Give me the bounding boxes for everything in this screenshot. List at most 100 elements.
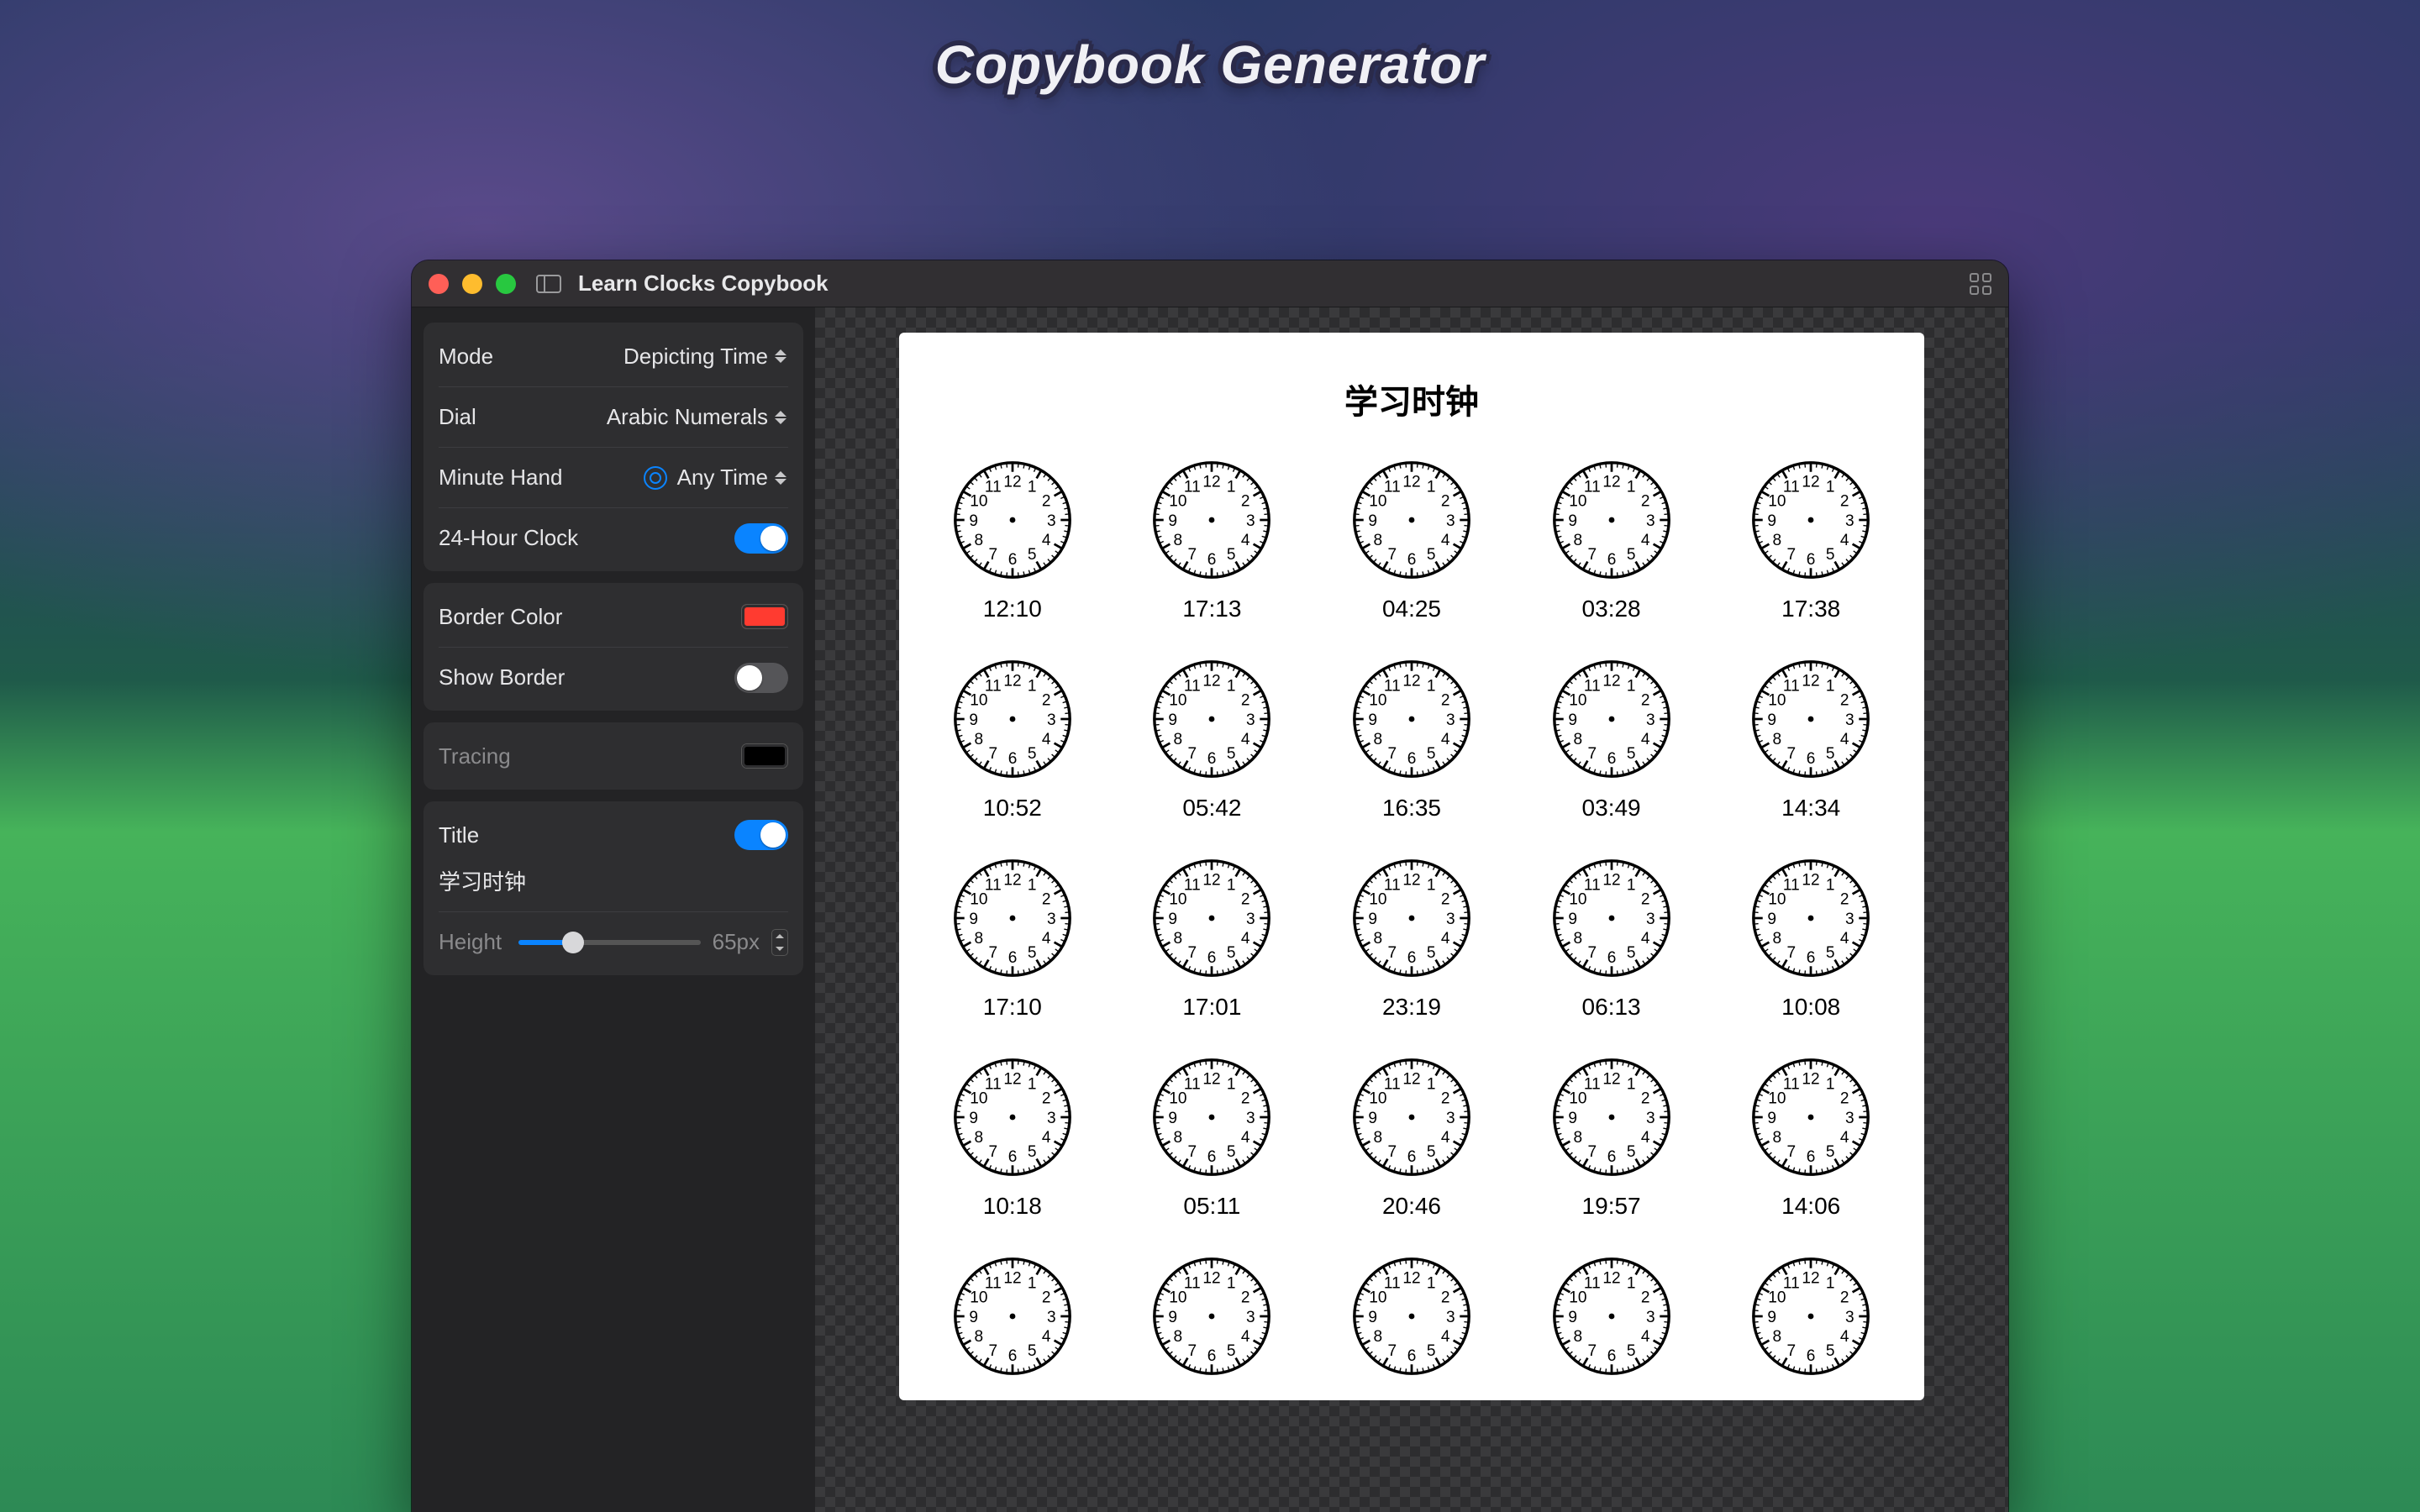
svg-text:12: 12 bbox=[1802, 672, 1820, 690]
svg-text:9: 9 bbox=[1368, 512, 1377, 530]
svg-text:2: 2 bbox=[1241, 692, 1250, 710]
svg-text:1: 1 bbox=[1826, 1275, 1835, 1293]
svg-text:8: 8 bbox=[1773, 731, 1782, 748]
svg-text:5: 5 bbox=[1427, 1143, 1436, 1161]
clock-time-label: 14:34 bbox=[1748, 795, 1874, 822]
svg-text:4: 4 bbox=[1840, 1328, 1849, 1346]
svg-text:4: 4 bbox=[1241, 532, 1250, 549]
sidebar-toggle-icon[interactable] bbox=[536, 275, 561, 293]
clock-time-label: 14:06 bbox=[1748, 1193, 1874, 1220]
24hour-toggle[interactable] bbox=[734, 523, 788, 554]
svg-text:1: 1 bbox=[1028, 877, 1037, 895]
zoom-button[interactable] bbox=[496, 274, 516, 294]
svg-text:7: 7 bbox=[1587, 1342, 1597, 1360]
grid-view-icon[interactable] bbox=[1970, 273, 1991, 295]
minimize-button[interactable] bbox=[462, 274, 482, 294]
svg-text:5: 5 bbox=[1028, 1143, 1037, 1161]
clock-cell: 123456789101112 bbox=[1549, 1253, 1675, 1392]
title-label: Title bbox=[439, 822, 479, 848]
clock-time-label: 19:57 bbox=[1549, 1193, 1675, 1220]
slider-thumb[interactable] bbox=[562, 932, 584, 953]
tracing-label: Tracing bbox=[439, 743, 511, 769]
height-stepper[interactable] bbox=[771, 929, 788, 956]
clock-face-icon: 123456789101112 bbox=[950, 1054, 1076, 1180]
clock-face-icon: 123456789101112 bbox=[950, 855, 1076, 981]
svg-text:4: 4 bbox=[1640, 930, 1649, 948]
mode-select[interactable]: Depicting Time bbox=[623, 344, 788, 370]
svg-text:6: 6 bbox=[1007, 949, 1017, 967]
svg-text:9: 9 bbox=[969, 512, 978, 530]
clock-face-icon: 123456789101112 bbox=[1149, 457, 1275, 583]
worksheet-page: 学习时钟 12345678910111212:10123456789101112… bbox=[899, 333, 1924, 1400]
svg-text:6: 6 bbox=[1607, 551, 1616, 569]
close-button[interactable] bbox=[429, 274, 449, 294]
svg-text:12: 12 bbox=[1003, 473, 1021, 491]
preview-area[interactable]: 学习时钟 12345678910111212:10123456789101112… bbox=[815, 307, 2008, 1512]
clock-time-label: 23:19 bbox=[1349, 994, 1475, 1021]
svg-text:9: 9 bbox=[969, 1309, 978, 1326]
svg-text:6: 6 bbox=[1207, 949, 1217, 967]
svg-text:6: 6 bbox=[1207, 1148, 1217, 1166]
svg-text:3: 3 bbox=[1446, 711, 1455, 729]
svg-text:2: 2 bbox=[1241, 493, 1250, 511]
svg-text:8: 8 bbox=[1174, 731, 1183, 748]
title-input[interactable]: 学习时钟 bbox=[439, 865, 788, 911]
svg-text:7: 7 bbox=[1787, 546, 1797, 564]
clock-cell: 12345678910111214:06 bbox=[1748, 1054, 1874, 1220]
svg-text:3: 3 bbox=[1845, 1110, 1854, 1127]
svg-text:9: 9 bbox=[1768, 711, 1777, 729]
svg-text:3: 3 bbox=[1246, 1309, 1255, 1326]
svg-text:8: 8 bbox=[1573, 731, 1582, 748]
clock-face-icon: 123456789101112 bbox=[1149, 656, 1275, 782]
clock-time-label: 03:49 bbox=[1549, 795, 1675, 822]
clock-time-label: 17:01 bbox=[1149, 994, 1275, 1021]
minute-hand-select[interactable]: Any Time bbox=[677, 465, 788, 491]
svg-text:12: 12 bbox=[1802, 871, 1820, 889]
svg-text:11: 11 bbox=[985, 479, 1002, 496]
svg-text:2: 2 bbox=[1441, 692, 1450, 710]
target-icon[interactable] bbox=[644, 466, 667, 490]
svg-text:7: 7 bbox=[1387, 745, 1397, 763]
svg-text:7: 7 bbox=[1387, 546, 1397, 564]
svg-text:7: 7 bbox=[988, 1143, 997, 1161]
svg-text:4: 4 bbox=[1042, 731, 1051, 748]
svg-text:7: 7 bbox=[988, 745, 997, 763]
border-color-label: Border Color bbox=[439, 604, 562, 630]
clock-face-icon: 123456789101112 bbox=[1349, 1253, 1475, 1379]
clock-time-label: 04:25 bbox=[1349, 596, 1475, 622]
border-color-well[interactable] bbox=[741, 604, 788, 629]
tracing-color-well[interactable] bbox=[741, 743, 788, 769]
clock-grid: 12345678910111212:1012345678910111217:13… bbox=[933, 457, 1891, 1392]
svg-text:11: 11 bbox=[1783, 678, 1800, 696]
clock-cell: 12345678910111210:52 bbox=[950, 656, 1076, 822]
svg-text:6: 6 bbox=[1807, 551, 1816, 569]
svg-text:4: 4 bbox=[1441, 532, 1450, 549]
svg-text:5: 5 bbox=[1028, 944, 1037, 962]
svg-text:6: 6 bbox=[1607, 949, 1616, 967]
svg-text:1: 1 bbox=[1227, 479, 1236, 496]
svg-text:11: 11 bbox=[1384, 479, 1401, 496]
svg-text:9: 9 bbox=[969, 911, 978, 928]
svg-text:5: 5 bbox=[1626, 1342, 1635, 1360]
svg-text:8: 8 bbox=[1374, 731, 1383, 748]
dial-select[interactable]: Arabic Numerals bbox=[607, 404, 788, 430]
svg-text:11: 11 bbox=[1184, 1076, 1201, 1094]
title-toggle[interactable] bbox=[734, 820, 788, 850]
svg-text:8: 8 bbox=[1573, 1129, 1582, 1147]
svg-text:4: 4 bbox=[1042, 1328, 1051, 1346]
svg-text:2: 2 bbox=[1640, 1090, 1649, 1108]
svg-text:3: 3 bbox=[1646, 711, 1655, 729]
svg-text:12: 12 bbox=[1802, 1269, 1820, 1287]
svg-text:3: 3 bbox=[1646, 512, 1655, 530]
show-border-toggle[interactable] bbox=[734, 663, 788, 693]
titlebar: Learn Clocks Copybook bbox=[412, 260, 2008, 307]
svg-text:2: 2 bbox=[1640, 891, 1649, 909]
height-slider[interactable] bbox=[518, 940, 700, 945]
svg-text:7: 7 bbox=[988, 944, 997, 962]
svg-text:3: 3 bbox=[1047, 1309, 1056, 1326]
svg-text:1: 1 bbox=[1227, 1076, 1236, 1094]
svg-text:12: 12 bbox=[1402, 871, 1420, 889]
svg-text:12: 12 bbox=[1602, 871, 1620, 889]
svg-text:12: 12 bbox=[1203, 871, 1221, 889]
svg-text:4: 4 bbox=[1441, 731, 1450, 748]
